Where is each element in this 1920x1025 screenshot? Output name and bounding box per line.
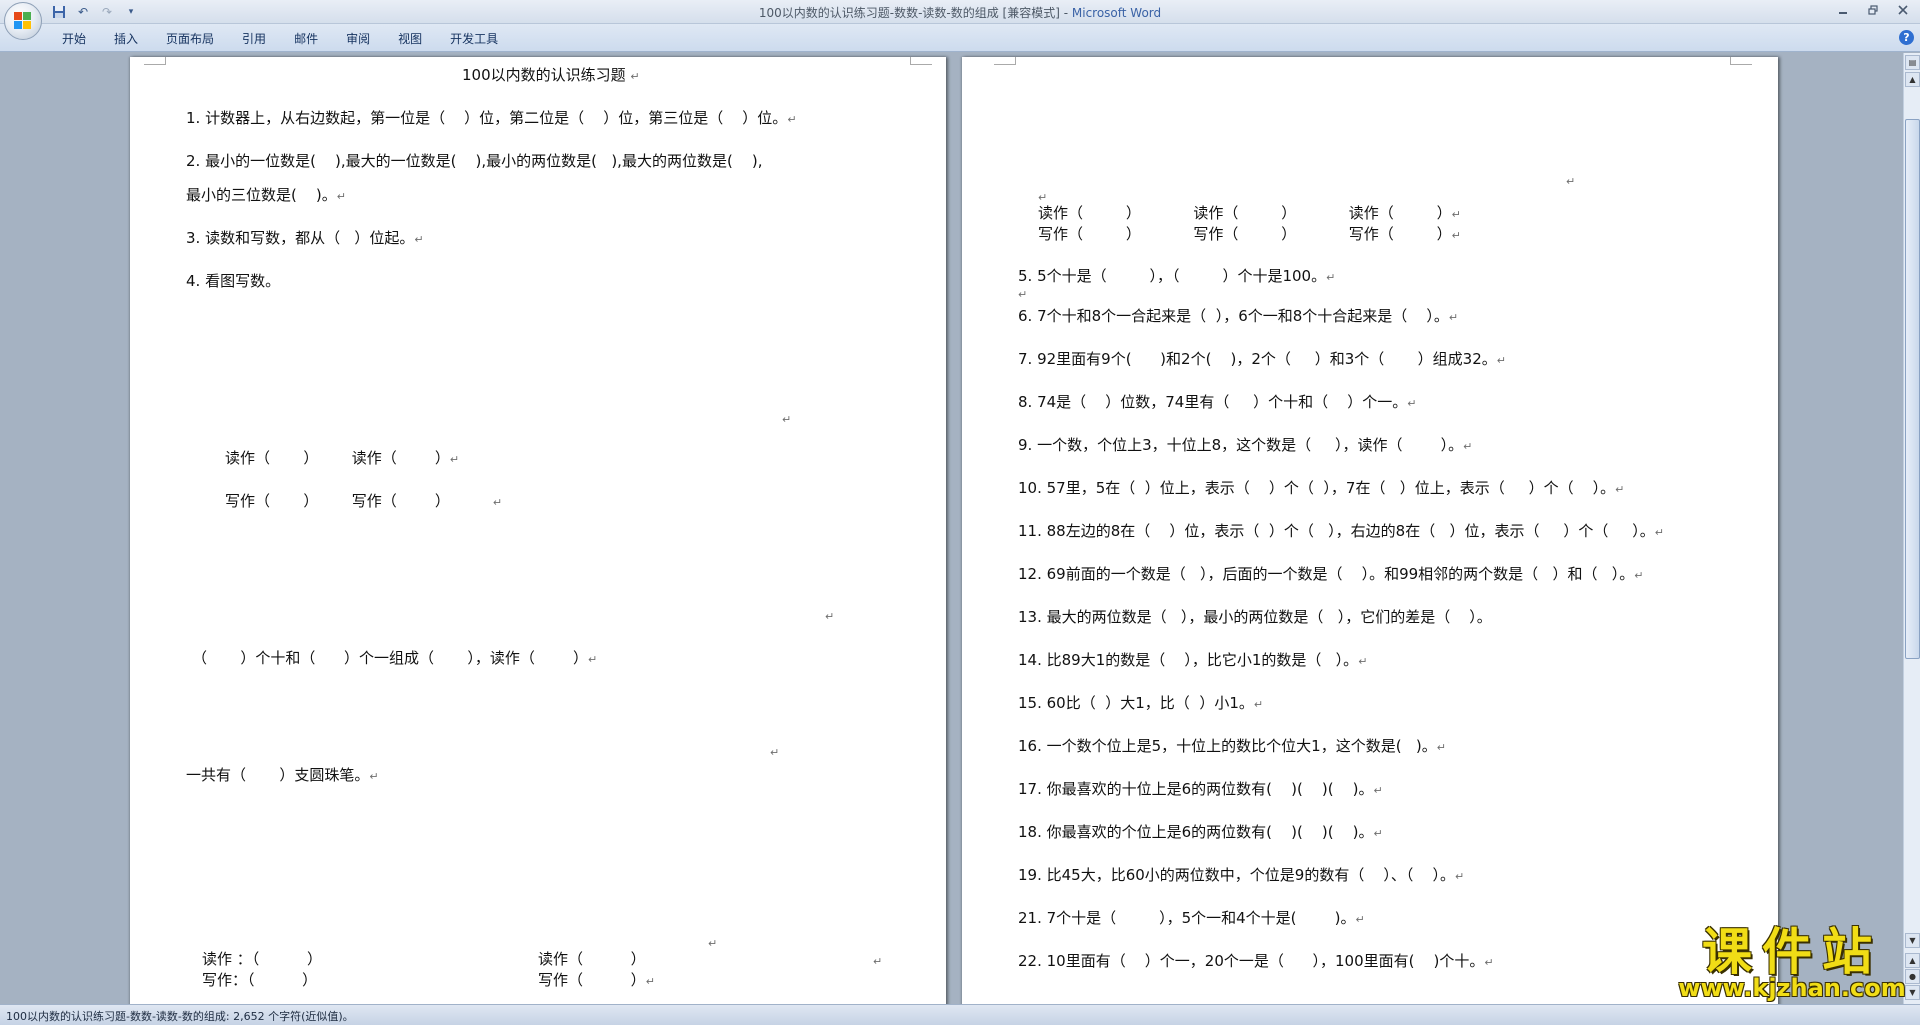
status-text: 100以内数的认识练习题-数数-读数-数的组成: 2,652 个字符(近似值)。 [6, 1010, 354, 1023]
scroll-up-icon[interactable]: ▲ [1905, 72, 1920, 87]
restore-icon[interactable] [1858, 0, 1888, 20]
bottom-read-b: 读作（ ） [538, 950, 646, 968]
composition-question: （ ）个十和（ ）个一组成（ ），读作（ ）↵ [192, 649, 598, 667]
app-name: Microsoft Word [1071, 6, 1162, 20]
page-heading: 100以内数的认识练习题 ↵ [462, 66, 640, 84]
browse-object-icon[interactable]: ● [1905, 969, 1920, 984]
paragraph-mark: ↵ [1038, 191, 1048, 204]
question-1: 1. 计数器上，从右边数起，第一位是（ ）位，第二位是（ ）位，第三位是（ ）位… [186, 109, 797, 127]
question-12: 12. 69前面的一个数是（ ），后面的一个数是（ ）。和99相邻的两个数是（ … [1018, 565, 1644, 583]
kjzhan-watermark: 课件站 www.kjzhan.com [1678, 926, 1906, 1000]
question-10: 10. 57里，5在（ ）位上，表示（ ）个（ ），7在（ ）位上，表示（ ）个… [1018, 479, 1625, 497]
window-controls [1828, 0, 1918, 20]
watermark-url: www.kjzhan.com [1678, 974, 1906, 1002]
bottom-write-b: 写作（ ）↵ [538, 971, 655, 989]
page-2[interactable]: ↵ ↵ 读作（ ） 读作（ ） 读作（ ）↵ 写作（ ） 写作（ ） 写作（ ）… [962, 57, 1778, 1004]
paragraph-mark: ↵ [708, 937, 718, 950]
question-9: 9. 一个数，个位上3，十位上8，这个数是（ ），读作（ ）。↵ [1018, 436, 1473, 454]
minimize-icon[interactable] [1828, 0, 1858, 20]
tab-review[interactable]: 审阅 [332, 30, 384, 48]
help-icon[interactable]: ? [1899, 30, 1914, 45]
tab-home[interactable]: 开始 [48, 30, 100, 48]
title-bar: ↶ ↷ ▾ 100以内数的认识练习题-数数-读数-数的组成 [兼容模式] - M… [0, 0, 1920, 24]
question-19: 19. 比45大，比60小的两位数中，个位是9的数有（ ）、（ ）。↵ [1018, 866, 1465, 884]
office-button[interactable] [4, 2, 42, 40]
question-13: 13. 最大的两位数是（ ），最小的两位数是（ ），它们的差是（ ）。 [1018, 608, 1492, 626]
document-area[interactable]: 100以内数的认识练习题 ↵ 1. 计数器上，从右边数起，第一位是（ ）位，第二… [0, 53, 1903, 1004]
close-icon[interactable] [1888, 0, 1918, 20]
page2-write-row: 写作（ ） 写作（ ） 写作（ ）↵ [1038, 225, 1461, 243]
next-page-icon[interactable]: ▼ [1905, 985, 1920, 1000]
pen-count-question: 一共有（ ）支圆珠笔。↵ [186, 766, 379, 784]
question-11: 11. 88左边的8在（ ）位，表示（ ）个（ ），右边的8在（ ）位，表示（ … [1018, 522, 1664, 540]
tab-mailings[interactable]: 邮件 [280, 30, 332, 48]
question-2: 2. 最小的一位数是( ),最大的一位数是( ),最小的两位数是( ),最大的两… [186, 152, 763, 170]
question-8: 8. 74是（ ）位数，74里有（ ）个十和（ ）个一。↵ [1018, 393, 1417, 411]
margin-corner [144, 57, 166, 65]
question-18: 18. 你最喜欢的个位上是6的两位数有( )( )( )。↵ [1018, 823, 1383, 841]
ribbon-tab-bar: 开始 插入 页面布局 引用 邮件 审阅 视图 开发工具 ? [0, 24, 1920, 52]
office-logo-icon [14, 12, 32, 30]
question-6: 6. 7个十和8个一合起来是（ ），6个一和8个十合起来是（ ）。↵ [1018, 307, 1459, 325]
document-title: 100以内数的认识练习题-数数-读数-数的组成 [兼容模式] - [758, 6, 1072, 20]
read-as-row: 读作（ ） 读作（ ）↵ [225, 449, 460, 467]
question-16: 16. 一个数个位上是5，十位上的数比个位大1，这个数是( )。↵ [1018, 737, 1446, 755]
status-bar: 100以内数的认识练习题-数数-读数-数的组成: 2,652 个字符(近似值)。 [0, 1004, 1920, 1025]
paragraph-mark: ↵ [782, 413, 792, 426]
page2-read-row: 读作（ ） 读作（ ） 读作（ ）↵ [1038, 204, 1461, 222]
paragraph-mark: ↵ [1018, 288, 1028, 301]
paragraph-mark: ↵ [873, 955, 883, 968]
margin-corner [994, 57, 1016, 65]
question-21: 21. 7个十是（ ），5个一和4个十是( )。↵ [1018, 909, 1365, 927]
tab-references[interactable]: 引用 [228, 30, 280, 48]
question-17: 17. 你最喜欢的十位上是6的两位数有( )( )( )。↵ [1018, 780, 1383, 798]
tab-page-layout[interactable]: 页面布局 [152, 30, 228, 48]
question-15: 15. 60比（ ）大1，比（ ）小1。↵ [1018, 694, 1264, 712]
bottom-read-a: 读作 ：（ ） [202, 950, 322, 968]
margin-corner [910, 57, 932, 65]
bottom-write-a: 写作：（ ） [202, 971, 318, 989]
tab-view[interactable]: 视图 [384, 30, 436, 48]
question-7: 7. 92里面有9个( )和2个( )，2个（ ）和3个（ ）组成32。↵ [1018, 350, 1506, 368]
watermark-title: 课件站 [1702, 923, 1882, 981]
question-22: 22. 10里面有（ ）个一，20个一是（ ），100里面有( )个十。↵ [1018, 952, 1494, 970]
tab-developer[interactable]: 开发工具 [436, 30, 512, 48]
scroll-down-icon[interactable]: ▼ [1905, 933, 1920, 948]
paragraph-mark: ↵ [825, 610, 835, 623]
write-as-row: 写作（ ） 写作（ ） ↵ [225, 492, 503, 510]
paragraph-mark: ↵ [1566, 175, 1576, 188]
page-1[interactable]: 100以内数的认识练习题 ↵ 1. 计数器上，从右边数起，第一位是（ ）位，第二… [130, 57, 946, 1004]
margin-corner [1730, 57, 1752, 65]
scroll-thumb[interactable] [1905, 119, 1920, 659]
tab-insert[interactable]: 插入 [100, 30, 152, 48]
ruler-toggle-icon[interactable]: ▤ [1905, 55, 1920, 70]
question-3: 3. 读数和写数，都从（ ）位起。↵ [186, 229, 424, 247]
vertical-scrollbar[interactable]: ▤ ▲ ▼ ▲ ● ▼ [1903, 53, 1920, 1004]
previous-page-icon[interactable]: ▲ [1905, 953, 1920, 968]
paragraph-mark: ↵ [770, 746, 780, 759]
question-5: 5. 5个十是（ ），（ ）个十是100。↵ [1018, 267, 1336, 285]
question-14: 14. 比89大1的数是（ ），比它小1的数是（ ）。↵ [1018, 651, 1368, 669]
question-2-cont: 最小的三位数是( )。↵ [186, 186, 346, 204]
window-title: 100以内数的认识练习题-数数-读数-数的组成 [兼容模式] - Microso… [0, 4, 1920, 21]
question-4: 4. 看图写数。 [186, 272, 281, 290]
